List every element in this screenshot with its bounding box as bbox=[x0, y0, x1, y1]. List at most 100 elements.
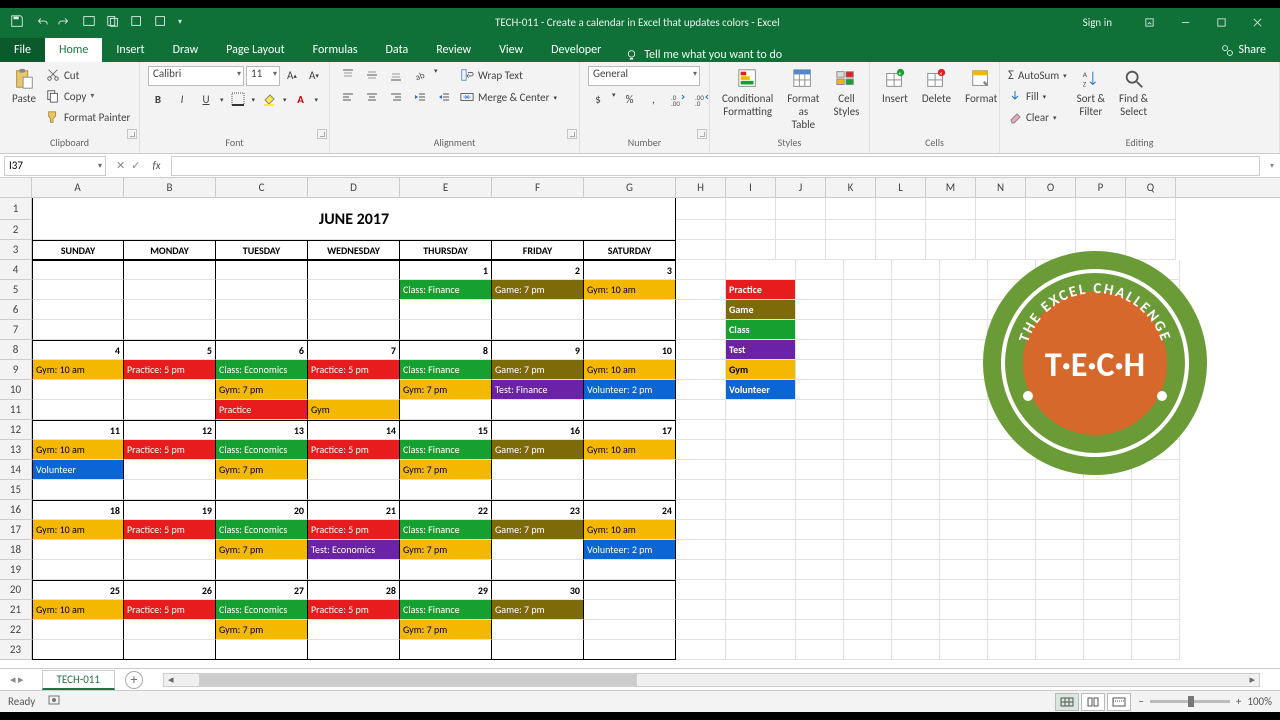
cell[interactable]: 12 bbox=[124, 420, 216, 440]
column-header[interactable]: I bbox=[726, 178, 776, 197]
cell[interactable] bbox=[796, 620, 844, 640]
cell[interactable] bbox=[844, 640, 892, 660]
cell[interactable] bbox=[988, 480, 1036, 500]
comma-icon[interactable]: , bbox=[644, 90, 664, 108]
qat-icon[interactable] bbox=[154, 14, 168, 31]
cell[interactable] bbox=[124, 540, 216, 560]
row-header[interactable]: 2 bbox=[0, 220, 32, 240]
cell[interactable] bbox=[676, 340, 726, 360]
cell[interactable] bbox=[892, 500, 940, 520]
cell[interactable] bbox=[400, 320, 492, 340]
cell[interactable] bbox=[124, 640, 216, 660]
cell[interactable] bbox=[1132, 600, 1180, 620]
cell[interactable]: 20 bbox=[216, 500, 308, 520]
cell[interactable] bbox=[844, 440, 892, 460]
tab-review[interactable]: Review bbox=[422, 38, 485, 62]
cell[interactable]: Class: Finance bbox=[400, 520, 492, 540]
cell[interactable] bbox=[676, 220, 726, 240]
cell[interactable]: 4 bbox=[32, 340, 124, 360]
increase-font-icon[interactable]: A▴ bbox=[282, 66, 302, 84]
cell[interactable] bbox=[988, 640, 1036, 660]
cell[interactable] bbox=[1084, 620, 1132, 640]
cell[interactable]: Practice bbox=[216, 400, 308, 420]
number-format-dropdown[interactable]: General bbox=[588, 66, 700, 86]
zoom-in-button[interactable]: + bbox=[1236, 695, 1241, 708]
cell[interactable]: Game: 7 pm bbox=[492, 360, 584, 380]
cell[interactable]: 26 bbox=[124, 580, 216, 600]
conditional-formatting-button[interactable]: Conditional Formatting bbox=[718, 66, 777, 120]
cell[interactable]: Volunteer: 2 pm bbox=[584, 540, 676, 560]
cell[interactable]: Class: Finance bbox=[400, 600, 492, 620]
cell[interactable] bbox=[988, 580, 1036, 600]
cell[interactable] bbox=[32, 320, 124, 340]
cell[interactable]: 8 bbox=[400, 340, 492, 360]
tab-file[interactable]: File bbox=[0, 38, 45, 62]
cell[interactable] bbox=[1026, 220, 1076, 240]
row-header[interactable]: 5 bbox=[0, 280, 32, 300]
cell[interactable] bbox=[796, 280, 844, 300]
cell[interactable]: FRIDAY bbox=[492, 240, 584, 260]
cell[interactable]: Class: Finance bbox=[400, 360, 492, 380]
select-all-button[interactable] bbox=[0, 178, 32, 197]
cell[interactable]: Gym: 10 am bbox=[584, 440, 676, 460]
cell[interactable] bbox=[940, 500, 988, 520]
cell[interactable] bbox=[308, 460, 400, 480]
cell[interactable] bbox=[892, 340, 940, 360]
column-header[interactable]: Q bbox=[1126, 178, 1176, 197]
cell[interactable] bbox=[308, 560, 400, 580]
cell[interactable] bbox=[676, 540, 726, 560]
cell[interactable] bbox=[976, 198, 1026, 220]
cell[interactable] bbox=[308, 260, 400, 280]
cell[interactable] bbox=[584, 620, 676, 640]
tab-formulas[interactable]: Formulas bbox=[299, 38, 372, 62]
cell[interactable] bbox=[892, 540, 940, 560]
cell[interactable] bbox=[492, 460, 584, 480]
cell[interactable] bbox=[124, 300, 216, 320]
cell[interactable] bbox=[976, 220, 1026, 240]
row-header[interactable]: 8 bbox=[0, 340, 32, 360]
dialog-launcher-icon[interactable] bbox=[697, 129, 707, 139]
align-left-icon[interactable] bbox=[338, 88, 358, 106]
column-header[interactable]: A bbox=[32, 178, 124, 197]
cell[interactable] bbox=[32, 620, 124, 640]
cell[interactable]: Volunteer: 2 pm bbox=[584, 380, 676, 400]
dialog-launcher-icon[interactable] bbox=[567, 129, 577, 139]
cell[interactable] bbox=[796, 600, 844, 620]
cell[interactable] bbox=[726, 220, 776, 240]
column-header[interactable]: D bbox=[308, 178, 400, 197]
cell[interactable] bbox=[584, 400, 676, 420]
cell[interactable]: SUNDAY bbox=[32, 240, 124, 260]
cell[interactable] bbox=[584, 460, 676, 480]
border-button[interactable] bbox=[228, 90, 248, 108]
cell[interactable] bbox=[1084, 640, 1132, 660]
cell[interactable] bbox=[676, 400, 726, 420]
fill-color-button[interactable] bbox=[259, 90, 279, 108]
cell[interactable] bbox=[796, 560, 844, 580]
cell[interactable] bbox=[726, 198, 776, 220]
cell[interactable] bbox=[676, 260, 726, 280]
cell[interactable] bbox=[940, 600, 988, 620]
new-sheet-button[interactable]: + bbox=[125, 671, 143, 689]
row-header[interactable]: 21 bbox=[0, 600, 32, 620]
format-as-table-button[interactable]: Format as Table bbox=[783, 66, 823, 133]
cell[interactable] bbox=[796, 480, 844, 500]
cell[interactable]: Practice: 5 pm bbox=[124, 360, 216, 380]
cell[interactable] bbox=[892, 300, 940, 320]
cell[interactable] bbox=[216, 280, 308, 300]
cell[interactable] bbox=[32, 640, 124, 660]
cell[interactable] bbox=[1132, 520, 1180, 540]
cell[interactable] bbox=[124, 620, 216, 640]
cell[interactable]: Game: 7 pm bbox=[492, 280, 584, 300]
column-header[interactable]: B bbox=[124, 178, 216, 197]
cell[interactable] bbox=[988, 500, 1036, 520]
cell[interactable]: 25 bbox=[32, 580, 124, 600]
cell[interactable] bbox=[1132, 480, 1180, 500]
cell[interactable]: 16 bbox=[492, 420, 584, 440]
cell[interactable] bbox=[584, 600, 676, 620]
row-header[interactable]: 3 bbox=[0, 240, 32, 260]
cell[interactable] bbox=[844, 600, 892, 620]
decrease-indent-icon[interactable] bbox=[410, 88, 430, 106]
copy-button[interactable]: Copy▾ bbox=[46, 87, 130, 105]
cell[interactable] bbox=[1026, 198, 1076, 220]
cell[interactable] bbox=[676, 640, 726, 660]
